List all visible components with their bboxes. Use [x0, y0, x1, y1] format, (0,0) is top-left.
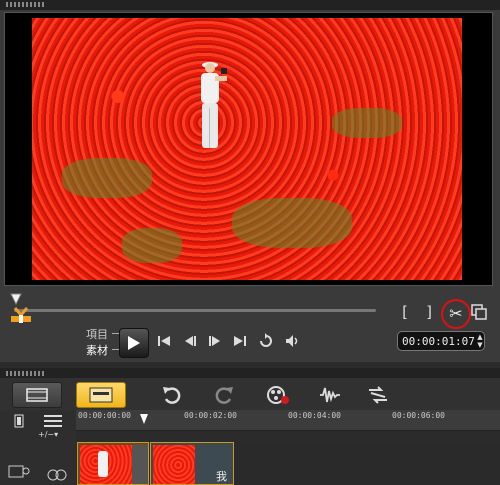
timecode-spinner[interactable]: ▲ ▼: [476, 333, 484, 349]
video-clip[interactable]: [77, 442, 149, 485]
timeline-toolbar: [0, 378, 500, 410]
playhead[interactable]: [139, 413, 149, 425]
trim-marker-icon[interactable]: [8, 306, 34, 324]
mark-in-button[interactable]: [: [396, 303, 414, 321]
mode-project-label[interactable]: 項目: [86, 326, 108, 342]
ruler-tick-label: 00:00:04:00: [288, 411, 341, 420]
scrub-bar[interactable]: [14, 309, 376, 312]
repeat-icon[interactable]: [257, 332, 275, 350]
clip-title-text: 我: [216, 470, 227, 483]
copy-icon[interactable]: [470, 303, 488, 321]
panel-title-bar: [0, 0, 500, 10]
redo-icon[interactable]: [212, 384, 236, 406]
prev-frame-icon[interactable]: [181, 332, 199, 350]
ruler-tick-label: 00:00:06:00: [392, 411, 445, 420]
storyboard-view-button[interactable]: [12, 382, 62, 408]
scrub-handle[interactable]: [10, 293, 22, 305]
list-icon[interactable]: [42, 414, 64, 428]
auto-music-icon[interactable]: [366, 384, 390, 406]
ruler-tick-label: 00:00:02:00: [184, 411, 237, 420]
video-track-icon: [8, 465, 30, 478]
timeline-view-icon: [89, 387, 113, 403]
undo-icon[interactable]: [160, 384, 184, 406]
play-icon: [128, 336, 140, 350]
next-frame-icon[interactable]: [206, 332, 224, 350]
ruler-tick-label: 00:00:00:00: [78, 411, 131, 420]
record-capture-icon[interactable]: [266, 384, 290, 406]
panel-grip[interactable]: [6, 371, 46, 376]
film-storyboard-icon: [26, 388, 48, 402]
timeline-view-button[interactable]: [76, 382, 126, 408]
timecode-field[interactable]: 00:00:01:07: [397, 331, 485, 351]
add-remove-track[interactable]: +/−▾: [38, 430, 58, 439]
mode-clip-label[interactable]: 素材: [86, 342, 108, 358]
video-preview: [32, 18, 462, 280]
video-track-header: [0, 442, 77, 485]
track-manager-icon[interactable]: [14, 414, 36, 428]
person-figure: [201, 62, 227, 148]
audio-mix-icon[interactable]: [318, 384, 342, 406]
scissors-icon[interactable]: ✂: [441, 299, 471, 329]
play-button[interactable]: [119, 328, 149, 358]
panel-grip[interactable]: [6, 2, 46, 7]
volume-icon[interactable]: [283, 332, 301, 350]
panel-title-bar: [0, 368, 500, 378]
skip-start-icon[interactable]: [155, 332, 173, 350]
track-visibility-icon[interactable]: [46, 468, 68, 482]
mark-out-button[interactable]: ]: [420, 303, 438, 321]
skip-end-icon[interactable]: [231, 332, 249, 350]
